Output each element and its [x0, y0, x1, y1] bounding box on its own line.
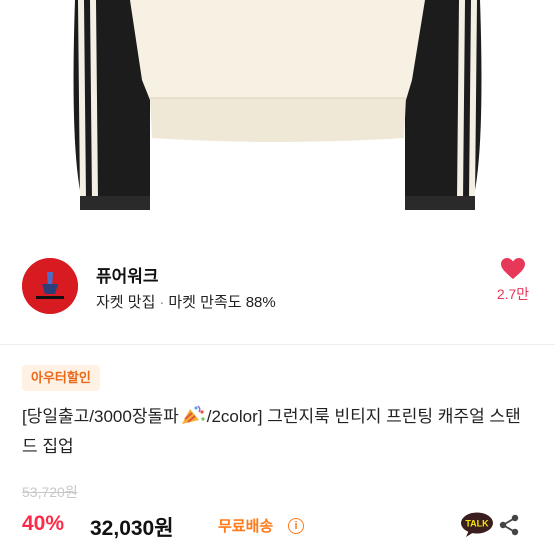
- heart-icon: [501, 258, 525, 279]
- store-tag: 자켓 맛집: [96, 294, 156, 311]
- kakao-talk-icon[interactable]: TALK: [460, 512, 494, 538]
- store-logo[interactable]: [22, 258, 78, 314]
- store-rating: 마켓 만족도 88%: [168, 294, 276, 311]
- shipping-label: 무료배송: [218, 518, 274, 535]
- price-row: 40% 32,030원 무료배송 i TALK: [22, 512, 542, 542]
- like-count: 2.7만: [496, 286, 530, 302]
- party-popper-icon: [181, 405, 205, 424]
- info-icon[interactable]: i: [288, 518, 304, 534]
- sale-price: 32,030원: [90, 517, 174, 540]
- original-price: 53,720원: [22, 484, 78, 500]
- store-meta: 자켓 맛집 · 마켓 만족도 88%: [96, 291, 276, 312]
- like-button[interactable]: 2.7만: [491, 258, 535, 304]
- sweatshirt-illustration: [73, 0, 482, 210]
- product-image[interactable]: [0, 0, 555, 228]
- product-title: [당일출고/3000장돌파 /2color] 그런지룩 빈티지 프린팅 캐주얼 …: [22, 402, 522, 462]
- section-divider: [0, 344, 555, 345]
- discount-rate: 40%: [22, 512, 65, 535]
- meta-separator: ·: [159, 294, 165, 311]
- promo-badge: 아우터할인: [22, 365, 100, 391]
- title-part-1: [당일출고/3000장돌파: [22, 407, 179, 426]
- store-name[interactable]: 퓨어워크: [96, 262, 159, 287]
- talk-label: TALK: [465, 519, 489, 529]
- share-icon[interactable]: [498, 514, 520, 536]
- store-info-row[interactable]: 퓨어워크 자켓 맛집 · 마켓 만족도 88% 2.7만: [0, 248, 555, 324]
